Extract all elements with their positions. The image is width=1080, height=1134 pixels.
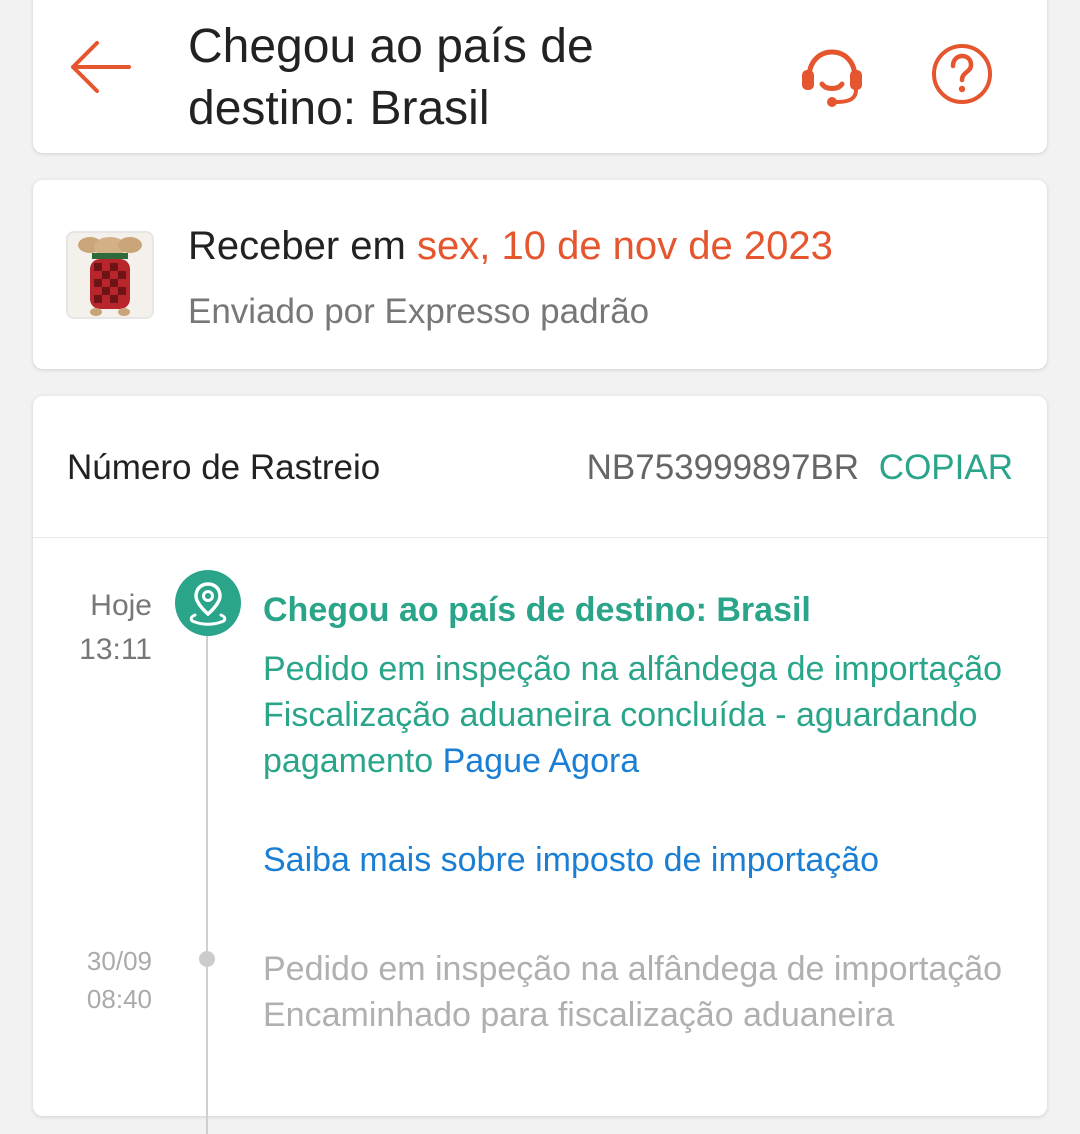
page-title: Chegou ao país de destino: Brasil xyxy=(188,20,594,135)
headset-icon xyxy=(802,49,862,107)
tracking-label: Número de Rastreio xyxy=(67,448,381,487)
event-day: Hoje xyxy=(90,589,152,622)
event-day: 30/09 xyxy=(86,946,152,976)
header-bar: Chegou ao país de destino: Brasil xyxy=(33,0,1047,153)
tracking-number-row: Número de Rastreio NB753999897BR COPIAR xyxy=(33,396,1047,537)
receive-date: sex, 10 de nov de 2023 xyxy=(417,224,833,268)
event-time: 08:40 xyxy=(86,984,152,1014)
event-time: 13:11 xyxy=(79,633,152,666)
question-circle-icon xyxy=(932,44,992,104)
tracking-number: NB753999897BR xyxy=(586,448,860,487)
delivery-card: Receber em sex, 10 de nov de 2023 Enviad… xyxy=(33,180,1047,369)
copy-button[interactable]: COPIAR xyxy=(879,448,1013,487)
help-button[interactable] xyxy=(930,42,994,106)
tracking-card: Número de Rastreio NB753999897BR COPIAR … xyxy=(33,396,1047,1134)
event-description: Pedido em inspeção na alfândega de impor… xyxy=(263,646,1023,784)
divider xyxy=(33,537,1047,538)
shipping-method: Enviado por Expresso padrão xyxy=(188,292,650,331)
product-thumbnail[interactable] xyxy=(66,231,154,319)
event-description: Pedido em inspeção na alfândega de impor… xyxy=(263,950,1003,1034)
support-button[interactable] xyxy=(799,48,865,108)
pay-now-link[interactable]: Pague Agora xyxy=(443,742,640,780)
timeline-line xyxy=(206,634,208,1134)
delivery-estimate: Receber em sex, 10 de nov de 2023 xyxy=(188,220,833,272)
tracking-value-group: NB753999897BR COPIAR xyxy=(587,446,1013,490)
receive-label: Receber em xyxy=(188,224,406,268)
location-pin-icon xyxy=(189,582,227,626)
product-image xyxy=(68,233,152,317)
event-title: Chegou ao país de destino: Brasil xyxy=(263,591,811,629)
timeline-current-marker xyxy=(175,570,241,636)
arrow-left-icon xyxy=(71,41,131,93)
timeline-dot xyxy=(199,951,215,967)
back-button[interactable] xyxy=(69,40,131,94)
import-tax-info-link[interactable]: Saiba mais sobre imposto de importação xyxy=(263,837,879,883)
